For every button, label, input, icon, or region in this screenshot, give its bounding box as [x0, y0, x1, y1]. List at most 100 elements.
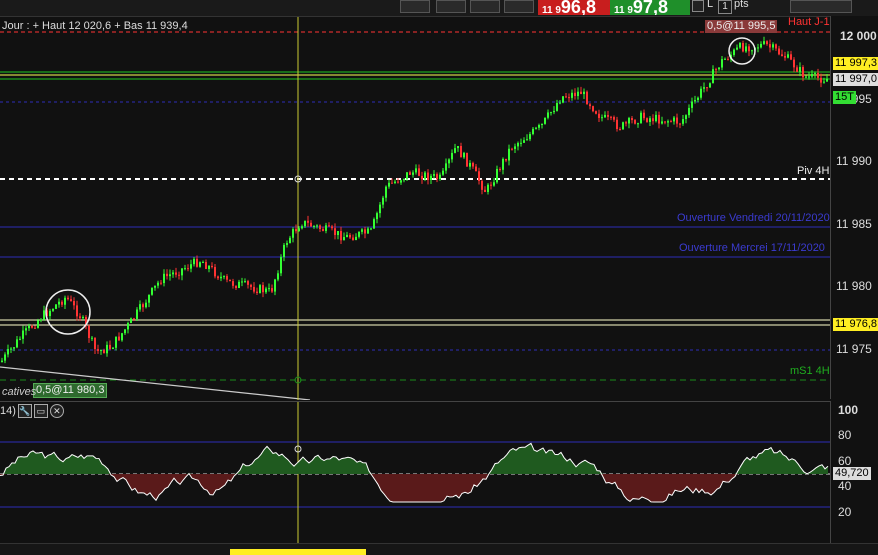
candle-body [646, 118, 648, 122]
candle-body [166, 273, 168, 277]
candle-body [751, 50, 753, 52]
candle-body [40, 319, 42, 321]
candle-body [241, 281, 243, 283]
indicator-canvas[interactable] [0, 402, 830, 544]
indicator-series [0, 442, 829, 503]
candle-body [121, 333, 123, 341]
candle-body [7, 349, 9, 355]
candle-body [805, 76, 807, 78]
candle-body [376, 213, 378, 220]
window-icon[interactable]: ▭ [33, 404, 48, 418]
candle-body [784, 56, 786, 58]
toolbar-button-1[interactable] [400, 0, 430, 13]
candle-body [826, 78, 828, 82]
candle-body [172, 272, 174, 275]
candle-body [1, 360, 3, 362]
candle-body [355, 236, 357, 241]
price-tag-yellow-bottom: 11 976,8 [833, 318, 878, 331]
candle-body [184, 268, 186, 270]
candle-body [64, 297, 66, 305]
candle-body [298, 228, 300, 232]
ms1-4h-label: mS1 4H [790, 365, 830, 377]
toolbar-button-3[interactable] [470, 0, 500, 13]
ask-prefix: 11 9 [614, 5, 633, 15]
price-tag-yellow-top: 11 997,3 [833, 57, 878, 70]
candle-body [430, 175, 432, 181]
toolbar-button-5[interactable] [790, 0, 852, 13]
candle-body [253, 286, 255, 292]
candle-body [502, 158, 504, 170]
candle-body [607, 114, 609, 117]
candle-body [352, 237, 354, 241]
bottom-marker-label: 0,5@11 980,3 [33, 383, 108, 398]
candle-body [208, 265, 210, 269]
candle-body [202, 262, 204, 264]
candle-body [388, 182, 390, 187]
candle-body [379, 204, 381, 214]
candle-body [586, 91, 588, 105]
candle-body [109, 344, 111, 349]
candle-body [361, 229, 363, 232]
candle-body [13, 347, 15, 349]
candle-body [478, 171, 480, 181]
candle-body [541, 123, 543, 126]
candle-body [328, 225, 330, 227]
candle-body [400, 180, 402, 183]
wrench-icon[interactable]: 🔧 [17, 404, 32, 418]
toolbar-button-2[interactable] [436, 0, 466, 13]
candle-body [73, 301, 75, 306]
candle-body [76, 305, 78, 317]
l-checkbox[interactable] [692, 0, 704, 12]
candle-body [559, 102, 561, 104]
candle-body [604, 114, 606, 118]
candle-body [454, 148, 456, 153]
candle-body [145, 302, 147, 308]
candle-body [91, 337, 93, 339]
ask-price-box[interactable]: 11 997,8 [610, 0, 690, 15]
candle-body [130, 318, 132, 324]
indicator-panel[interactable] [0, 401, 830, 544]
candle-body [808, 76, 810, 78]
candle-body [694, 100, 696, 102]
price-chart[interactable] [0, 16, 830, 401]
candle-body [358, 231, 360, 237]
open-friday-label: Ouverture Vendredi 20/11/2020 [677, 212, 830, 224]
candle-body [799, 67, 801, 72]
ind-tick-40: 40 [838, 479, 852, 493]
candle-body [280, 257, 282, 274]
close-icon[interactable]: ✕ [49, 404, 64, 418]
candle-body [325, 225, 327, 231]
candle-body [397, 181, 399, 183]
price-chart-canvas[interactable] [0, 17, 830, 401]
ind-tick-60: 60 [838, 454, 852, 468]
candle-body [496, 168, 498, 183]
candle-body [316, 225, 318, 227]
candle-body [61, 301, 63, 305]
candle-body [580, 91, 582, 95]
candle-body [712, 69, 714, 84]
candle-body [418, 168, 420, 176]
time-scroll-highlight[interactable] [230, 549, 366, 555]
candle-body [721, 59, 723, 68]
price-tick-11980: 11 980 [836, 279, 872, 293]
candle-body [748, 46, 750, 52]
candle-body [163, 273, 165, 284]
candle-body [661, 121, 663, 124]
candle-body [223, 276, 225, 278]
toolbar-button-4[interactable] [504, 0, 534, 13]
bid-price-box[interactable]: 11 996,8 [538, 0, 612, 15]
candle-body [793, 59, 795, 68]
candle-body [151, 287, 153, 295]
candle-body [292, 229, 294, 238]
candle-body [238, 281, 240, 289]
candle-body [514, 146, 516, 149]
candle-body [553, 110, 555, 113]
candle-body [178, 274, 180, 276]
candle-body [373, 219, 375, 229]
unit-label: pts [734, 0, 749, 10]
candle-body [733, 49, 735, 55]
candle-body [271, 288, 273, 292]
quantity-field[interactable]: 1 [718, 0, 732, 14]
candle-body [682, 119, 684, 124]
candle-body [169, 274, 171, 277]
